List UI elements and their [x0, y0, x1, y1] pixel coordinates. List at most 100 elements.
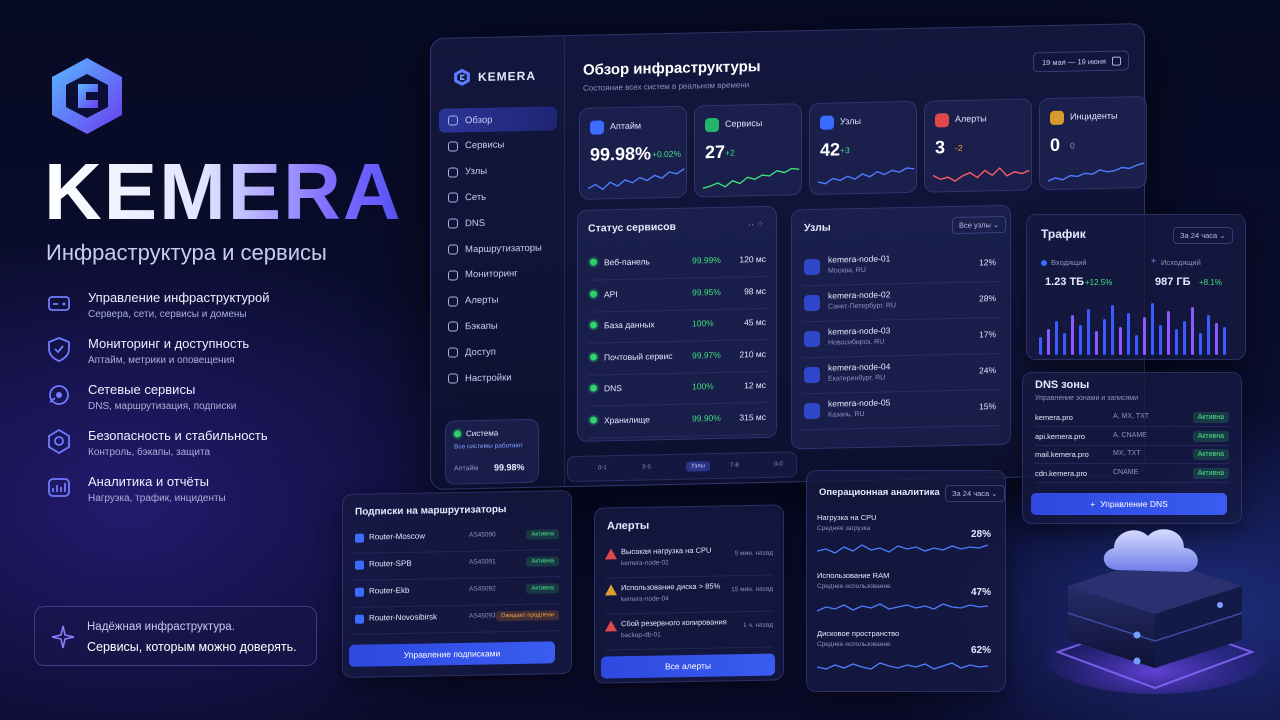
kpi-card[interactable]: Алерты 3 -2	[924, 98, 1032, 193]
alert-source: kemera-node-04	[621, 595, 669, 604]
traffic-bar	[1151, 303, 1154, 355]
traffic-range-select[interactable]: За 24 часа ⌄	[1173, 227, 1233, 244]
alert-row[interactable]: Сбой резервного копирования backup-db-01…	[605, 611, 773, 651]
router-asn: AS45090	[469, 531, 496, 539]
server-icon	[48, 296, 70, 311]
dns-row[interactable]: kemera.pro A, MX, TXT Активна	[1035, 409, 1229, 427]
sidebar-item[interactable]: Маршрутизаторы	[439, 235, 557, 261]
nodes-filter-select[interactable]: Все узлы ⌄	[952, 215, 1007, 235]
sidebar-item[interactable]: Узлы	[439, 158, 557, 184]
sidebar-item[interactable]: Мониторинг	[439, 261, 557, 287]
page-title: Обзор инфраструктуры	[583, 58, 761, 79]
sidebar-item[interactable]: Доступ	[439, 339, 557, 365]
feature-item: Безопасность и стабильность Контроль, бэ…	[46, 428, 366, 466]
router-icon	[355, 614, 364, 624]
manage-subscriptions-button[interactable]: Управление подписками	[349, 641, 555, 667]
all-alerts-button[interactable]: Все алерты	[601, 653, 775, 679]
services-card: Статус сервисов ·· ⁘ Веб-панель 99.99% 1…	[577, 205, 777, 442]
service-name: Хранилище	[604, 413, 650, 425]
feature-subtitle: Аптайм, метрики и оповещения	[88, 355, 235, 366]
node-load: 12%	[978, 257, 996, 268]
subscription-row[interactable]: Router-Moscow AS45090 Активна	[353, 523, 561, 554]
service-row[interactable]: Почтовый сервис 99.97% 210 мс	[588, 339, 766, 376]
nav-icon	[448, 347, 458, 358]
kpi-card[interactable]: Узлы 42 +3	[809, 100, 917, 196]
alerts-card: Алерты Высокая нагрузка на CPU kemera-no…	[594, 504, 784, 684]
alert-row[interactable]: Использование диска > 85% kemera-node-04…	[605, 575, 773, 615]
nav-icon	[448, 115, 458, 126]
sidebar-item-label: Маршрутизаторы	[465, 242, 542, 255]
service-latency: 12 мс	[744, 379, 766, 391]
date-range-picker[interactable]: 19 мая — 19 июня	[1033, 50, 1129, 73]
sidebar-item[interactable]: Сеть	[439, 184, 557, 210]
traffic-bar	[1199, 333, 1202, 355]
sidebar-item-label: Сервисы	[465, 139, 505, 152]
traffic-bar-chart	[1039, 303, 1226, 355]
dns-row[interactable]: mail.kemera.pro MX, TXT Активна	[1035, 446, 1229, 464]
node-row[interactable]: kemera-node-01 Москва, RU 12%	[802, 246, 1000, 287]
dns-zone: mail.kemera.pro	[1035, 450, 1089, 459]
service-uptime: 99.95%	[692, 286, 721, 298]
ops-metric-title: Дисковое пространство	[817, 629, 900, 638]
service-row[interactable]: Хранилище 99.90% 315 мс	[588, 402, 766, 439]
traffic-bar	[1183, 321, 1186, 355]
ops-metric-subtitle: Среднее использование	[817, 583, 891, 590]
sidebar-item[interactable]: Сервисы	[439, 132, 557, 158]
kpi-icon	[1050, 110, 1064, 126]
sidebar: KEMERA Обзор Сервисы Узлы Сеть DNS Маршр…	[431, 36, 565, 489]
strip-tab[interactable]: Узлы	[686, 461, 710, 472]
server-icon	[804, 294, 820, 312]
node-name: kemera-node-05	[828, 397, 891, 409]
sidebar-nav: Обзор Сервисы Узлы Сеть DNS Маршрутизато…	[431, 36, 564, 384]
strip-tab[interactable]: 3-5	[642, 464, 651, 470]
subscription-row[interactable]: Router-SPB AS45091 Активна	[353, 550, 561, 581]
dns-row[interactable]: api.kemera.pro A, CNAME Активна	[1035, 428, 1229, 446]
alert-row[interactable]: Высокая нагрузка на CPU kemera-node-02 5…	[605, 539, 773, 579]
service-row[interactable]: DNS 100% 12 мс	[588, 370, 766, 407]
status-badge: Активна	[526, 583, 559, 594]
service-row[interactable]: API 99.95% 98 мс	[588, 276, 766, 313]
node-row[interactable]: kemera-node-05 Казань, RU 15%	[802, 390, 1000, 431]
node-row[interactable]: kemera-node-03 Новосибирск, RU 17%	[802, 318, 1000, 359]
sidebar-item-label: Доступ	[465, 346, 496, 358]
strip-tab[interactable]: 0-1	[598, 465, 607, 471]
kpi-card[interactable]: Инциденты 0 0	[1039, 95, 1147, 191]
system-label: Система	[466, 428, 499, 439]
service-row[interactable]: База данных 100% 45 мс	[588, 307, 766, 344]
strip-tab[interactable]: 7-8	[730, 463, 739, 469]
alert-source: backup-db-01	[621, 631, 661, 640]
traffic-bar	[1087, 309, 1090, 355]
nodes-card: Узлы Все узлы ⌄ kemera-node-01 Москва, R…	[791, 204, 1011, 450]
dns-row[interactable]: cdn.kemera.pro CNAME Активна	[1035, 465, 1229, 483]
more-icon[interactable]: ·· ⁘	[748, 219, 764, 230]
feature-subtitle: Сервера, сети, сервисы и домены	[88, 309, 247, 320]
sidebar-item[interactable]: Настройки	[439, 364, 557, 390]
ops-metric-title: Использование RAM	[817, 571, 890, 580]
nodes-title: Узлы	[804, 221, 831, 235]
subscription-row[interactable]: Router-Ekb AS45092 Активна	[353, 577, 561, 608]
service-row[interactable]: Веб-панель 99.99% 120 мс	[588, 244, 766, 281]
alerts-list: Высокая нагрузка на CPU kemera-node-02 5…	[595, 505, 783, 651]
kpi-card[interactable]: Аптайм 99.98% +0.02%	[579, 105, 687, 200]
promo-box: Надёжная инфраструктура. Сервисы, которы…	[34, 606, 317, 666]
feature-subtitle: Нагрузка, трафик, инциденты	[88, 493, 226, 504]
node-load: 15%	[978, 401, 996, 412]
service-uptime: 99.99%	[692, 254, 721, 266]
node-row[interactable]: kemera-node-02 Санкт-Петербург, RU 28%	[802, 282, 1000, 323]
subscription-row[interactable]: Router-Novosibirsk AS45093 Ожидает продл…	[353, 604, 561, 635]
node-row[interactable]: kemera-node-04 Екатеринбург, RU 24%	[802, 354, 1000, 395]
sidebar-item[interactable]: Алерты	[439, 287, 557, 313]
strip-tab[interactable]: 0-0	[774, 462, 783, 468]
manage-dns-button[interactable]: + Управление DNS	[1031, 493, 1227, 515]
traffic-bar	[1071, 315, 1074, 355]
sidebar-item[interactable]: Обзор	[439, 106, 557, 133]
sidebar-item[interactable]: DNS	[439, 210, 557, 236]
uptime-value: 99.98%	[494, 462, 525, 473]
sidebar-item[interactable]: Бэкапы	[439, 313, 557, 339]
services-title: Статус сервисов	[588, 220, 677, 235]
kpi-card[interactable]: Сервисы 27 +2	[694, 103, 802, 198]
kpi-delta: +2	[725, 147, 735, 158]
date-range-text: 19 мая — 19 июня	[1042, 56, 1106, 67]
ops-range-select[interactable]: За 24 часа ⌄	[945, 485, 1005, 502]
dns-card: DNS зоны Управление зонами и записями ke…	[1022, 372, 1242, 524]
